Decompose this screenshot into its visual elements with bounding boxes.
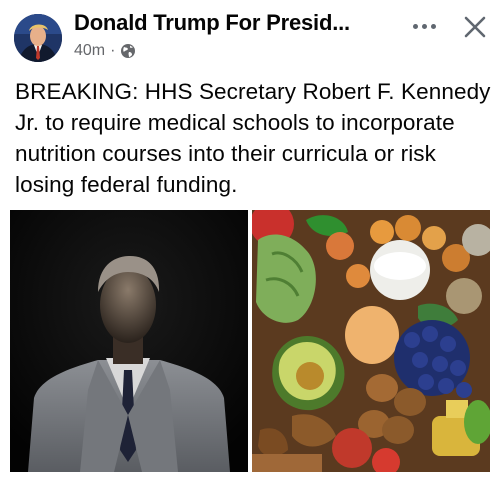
avatar[interactable] — [14, 14, 62, 62]
post-media[interactable] — [0, 210, 500, 472]
more-horizontal-icon-dot — [430, 23, 436, 29]
post-meta: 40m · — [74, 42, 136, 60]
page-name[interactable]: Donald Trump For Presid... — [74, 10, 350, 36]
close-icon[interactable] — [458, 10, 492, 44]
photo-kennedy[interactable] — [10, 210, 248, 472]
more-options-button[interactable] — [406, 14, 442, 38]
more-horizontal-icon-dot — [421, 23, 427, 29]
portrait-image — [10, 210, 248, 472]
photo-healthy-food[interactable] — [252, 210, 490, 472]
food-image — [252, 210, 490, 472]
post-header: Donald Trump For Presid... 40m · — [0, 0, 500, 70]
post-text: BREAKING: HHS Secretary Robert F. Kenned… — [15, 79, 491, 197]
meta-separator: · — [110, 42, 116, 59]
avatar-image — [14, 14, 62, 62]
globe-icon — [121, 44, 136, 58]
more-horizontal-icon — [412, 23, 418, 29]
post-time[interactable]: 40m — [74, 42, 105, 60]
